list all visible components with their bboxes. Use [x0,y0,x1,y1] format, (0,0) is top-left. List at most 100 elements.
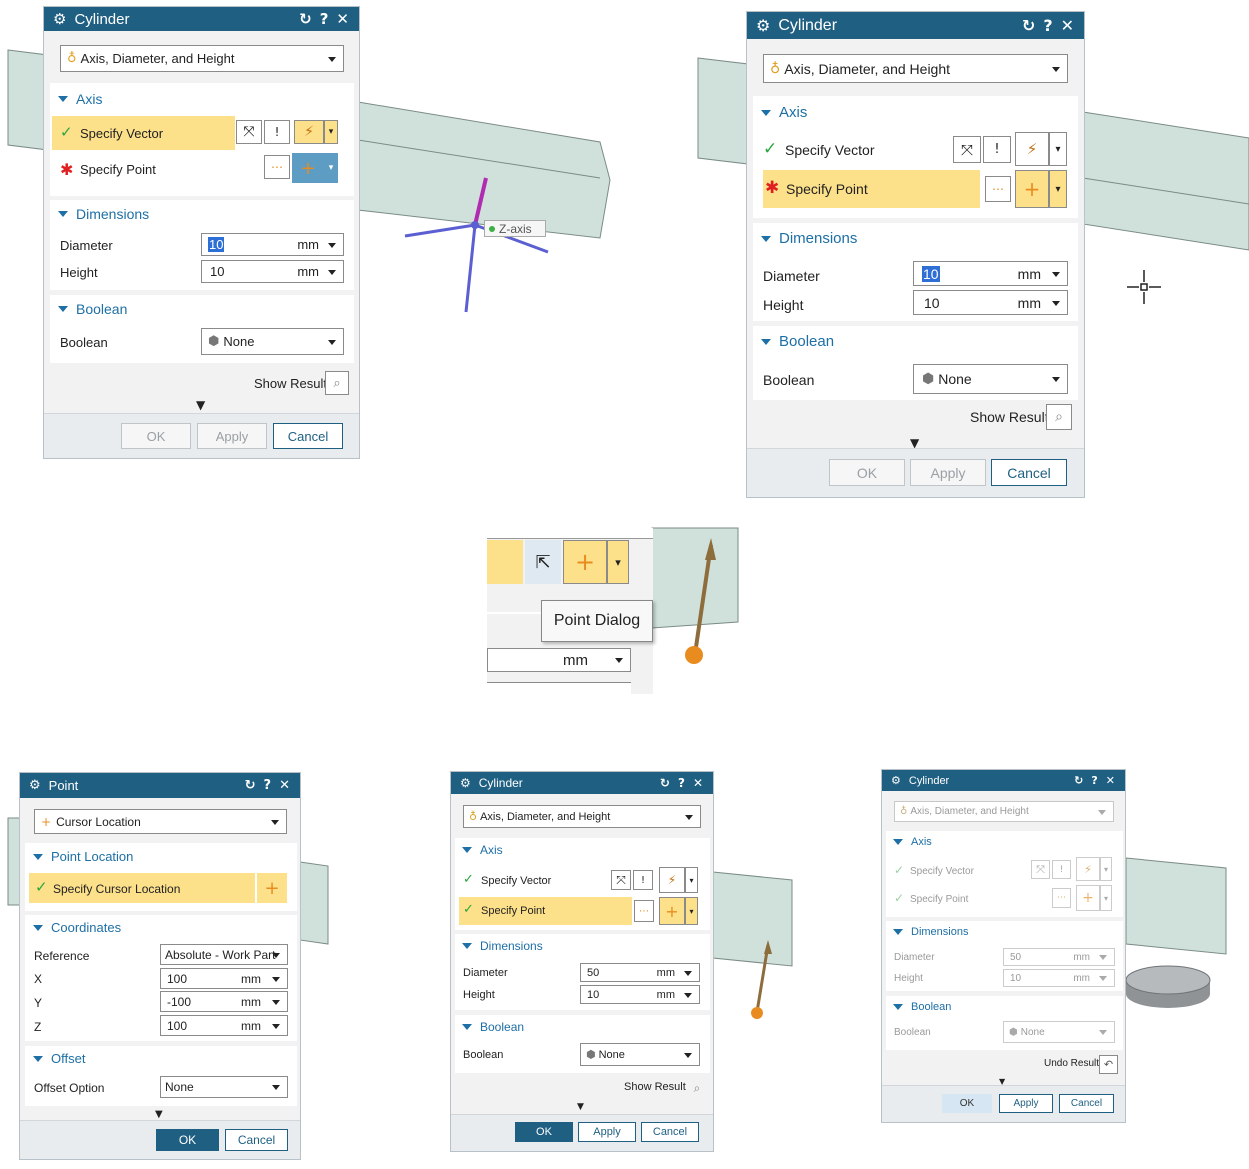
type-select[interactable]: + Cursor Location [34,809,287,834]
cancel-button[interactable]: Cancel [641,1122,699,1142]
chevron-down-icon[interactable]: ▾ [1100,885,1112,911]
ok-button[interactable]: OK [156,1129,219,1151]
inferred-point-icon[interactable]: + [1076,885,1100,911]
boolean-select[interactable]: ⬢ None [913,364,1068,394]
axis-section-header[interactable]: Axis [58,91,102,107]
vector-point-icon[interactable]: ! [264,120,290,144]
expand-chevron-icon[interactable]: ▼ [196,398,205,412]
gear-icon[interactable]: ⚙ [460,776,471,790]
gear-icon[interactable]: ⚙ [29,778,41,793]
inferred-point-icon[interactable]: + [659,897,685,925]
vector-dialog-icon[interactable]: ⤧ [611,870,631,890]
help-icon[interactable]: ? [1091,774,1097,787]
chevron-down-icon[interactable]: ▾ [1100,857,1112,881]
close-icon[interactable]: ✕ [693,776,703,790]
reset-icon[interactable]: ↻ [245,778,256,793]
height-field[interactable]: 10 mm [580,985,700,1004]
close-icon[interactable]: ✕ [279,778,290,793]
boolean-select[interactable]: ⬢ None [1003,1021,1115,1043]
vector-point-icon[interactable]: ! [633,870,653,890]
gear-icon[interactable]: ⚙ [53,10,66,28]
vector-dialog-icon[interactable]: ⤧ [1031,860,1050,879]
reset-icon[interactable]: ↻ [1022,16,1035,35]
ok-button[interactable]: OK [121,423,191,449]
help-icon[interactable]: ? [320,10,329,28]
cursor-location-icon[interactable]: + [257,873,287,903]
point-dialog-icon[interactable]: ⋯ [264,155,290,179]
vector-dialog-icon[interactable]: ⤧ [236,120,262,144]
z-field[interactable]: 100 mm [160,1015,288,1036]
type-select[interactable]: ♁ Axis, Diameter, and Height [763,54,1068,83]
point-dialog-icon[interactable]: ⋯ [985,176,1011,202]
axis-section-header[interactable]: Axis [893,836,932,848]
offset-header[interactable]: Offset [33,1051,85,1066]
boolean-select[interactable]: ⬢ None [201,328,344,355]
type-select[interactable]: ♁ Axis, Diameter, and Height [60,45,344,72]
boolean-section-header[interactable]: Boolean [58,301,127,317]
dimensions-section-header[interactable]: Dimensions [893,926,968,938]
pointer-cursor-icon[interactable]: ⇱ [525,540,561,584]
diameter-field[interactable]: 50 mm [1003,948,1115,966]
offset-option-select[interactable]: None [160,1076,288,1098]
unit-field[interactable]: mm [487,648,631,672]
diameter-field[interactable]: 50 mm [580,963,700,982]
reference-select[interactable]: Absolute - Work Part [160,944,288,965]
gear-icon[interactable]: ⚙ [891,774,901,787]
vector-point-icon[interactable]: ! [983,136,1011,163]
axis-section-header[interactable]: Axis [462,843,503,857]
dimensions-section-header[interactable]: Dimensions [462,939,543,953]
help-icon[interactable]: ? [678,776,685,790]
expand-chevron-icon[interactable]: ▼ [155,1109,163,1120]
x-field[interactable]: 100 mm [160,968,288,989]
apply-button[interactable]: Apply [578,1122,636,1142]
close-icon[interactable]: ✕ [1061,16,1074,35]
magnifier-icon[interactable]: ⌕ [687,1078,707,1098]
magnifier-icon[interactable]: ⌕ [1046,404,1072,430]
type-select[interactable]: ♁ Axis, Diameter, and Height [463,805,701,828]
y-field[interactable]: -100 mm [160,991,288,1012]
chevron-down-icon[interactable]: ▾ [1049,170,1067,208]
point-dialog-icon[interactable]: ⋯ [634,900,654,922]
inferred-vector-icon[interactable]: ⚡ [1015,132,1049,166]
magnifier-icon[interactable]: ⌕ [325,371,349,395]
inferred-vector-icon[interactable]: ⚡ [294,120,324,144]
vector-point-icon[interactable]: ! [1052,860,1071,879]
reset-icon[interactable]: ↻ [299,10,312,28]
inferred-vector-icon[interactable]: ⚡ [1076,857,1100,881]
axis-section-header[interactable]: Axis [761,104,807,121]
point-location-header[interactable]: Point Location [33,849,133,864]
help-icon[interactable]: ? [264,778,272,793]
apply-button[interactable]: Apply [197,423,267,449]
close-icon[interactable]: ✕ [1106,774,1115,787]
type-select[interactable]: ♁ Axis, Diameter, and Height [894,801,1114,822]
gear-icon[interactable]: ⚙ [756,16,770,35]
chevron-down-icon[interactable]: ▾ [324,120,338,144]
inferred-vector-icon[interactable]: ⚡ [659,867,685,893]
boolean-section-header[interactable]: Boolean [462,1020,524,1034]
cancel-button[interactable]: Cancel [225,1129,288,1151]
diameter-field[interactable]: 10 mm [913,261,1068,286]
apply-button[interactable]: Apply [999,1094,1053,1113]
chevron-down-icon[interactable]: ▾ [685,897,698,925]
height-field[interactable]: 10 mm [1003,969,1115,987]
point-dialog-icon[interactable]: ⋯ [1052,888,1071,908]
dimensions-section-header[interactable]: Dimensions [761,230,857,247]
help-icon[interactable]: ? [1043,16,1052,35]
inferred-point-icon[interactable]: + [292,153,324,183]
boolean-section-header[interactable]: Boolean [893,1001,951,1013]
height-field[interactable]: 10 mm [913,290,1068,315]
dimensions-section-header[interactable]: Dimensions [58,206,149,222]
reset-icon[interactable]: ↻ [1074,774,1083,787]
undo-icon[interactable]: ↶ [1099,1055,1118,1074]
expand-chevron-icon[interactable]: ▼ [577,1102,584,1112]
boolean-section-header[interactable]: Boolean [761,333,834,350]
coordinates-header[interactable]: Coordinates [33,920,121,935]
chevron-down-icon[interactable]: ▾ [607,540,629,584]
height-field[interactable]: 10 mm [201,260,344,283]
inferred-point-icon[interactable]: + [563,540,607,584]
diameter-field[interactable]: 10 mm [201,233,344,256]
ok-button[interactable]: OK [942,1094,992,1113]
chevron-down-icon[interactable]: ▾ [324,153,338,183]
vector-dialog-icon[interactable]: ⤧ [953,136,981,163]
chevron-down-icon[interactable]: ▾ [1049,132,1067,166]
